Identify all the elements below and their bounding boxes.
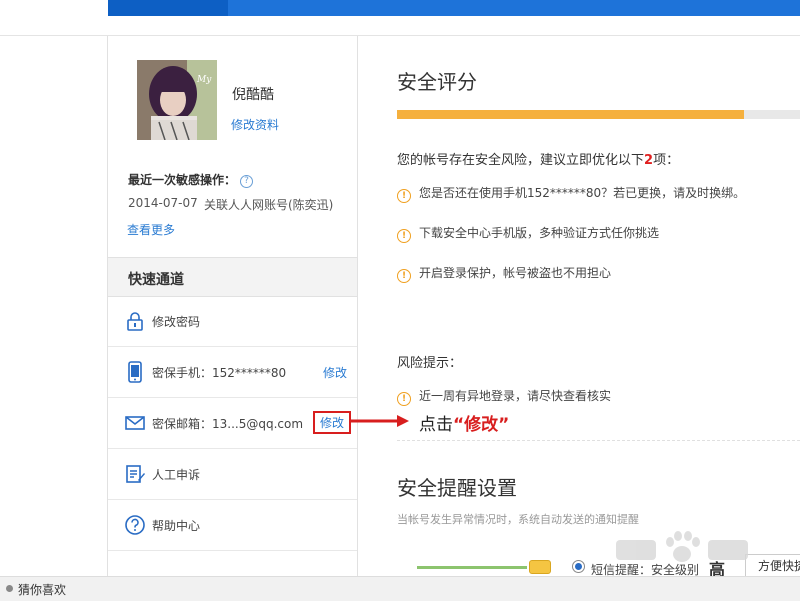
avatar-image: My	[137, 60, 217, 140]
risk-count: 2	[644, 153, 654, 168]
recent-sensitive-label: 最近一次敏感操作：?	[128, 171, 254, 188]
tab-3[interactable]	[368, 0, 478, 16]
quick-item-help-center[interactable]: 帮助中心	[108, 500, 357, 551]
quick-item-label: 修改密码	[152, 315, 201, 329]
alert-level-slider-track[interactable]	[417, 566, 527, 569]
annotation-text: 点击“修改”	[419, 410, 509, 435]
risk-tip[interactable]: ! 下载安全中心手机版，多种验证方式任你挑选	[397, 224, 659, 243]
warning-icon: !	[397, 269, 411, 283]
alert-settings-subtitle: 当帐号发生异常情况时，系统自动发送的通知提醒	[397, 513, 639, 526]
risk-tip-text: 您是否还在使用手机152******80？若已更换，请及时换绑。	[419, 186, 746, 200]
nav-bar	[108, 0, 800, 16]
top-nav	[0, 0, 800, 16]
bottom-bar: 猜你喜欢	[0, 576, 800, 601]
annotation-quote: “修改”	[453, 415, 510, 435]
avatar[interactable]: My	[137, 60, 217, 140]
guess-you-like[interactable]: 猜你喜欢	[18, 581, 66, 598]
risk-prefix: 您的帐号存在安全风险，建议立即优化以下	[397, 153, 645, 168]
see-more-link[interactable]: 查看更多	[127, 221, 175, 238]
edit-phone-link[interactable]: 修改	[323, 364, 347, 381]
quick-item-change-password[interactable]: 修改密码	[108, 296, 357, 347]
risk-tip-text: 开启登录保护，帐号被盗也不用担心	[419, 266, 612, 280]
security-score-fill	[397, 110, 744, 119]
quick-item-security-phone[interactable]: 密保手机：152******80 修改	[108, 347, 357, 398]
alert-level-slider-handle[interactable]	[529, 560, 551, 574]
recent-date: 2014-07-07	[128, 196, 198, 210]
edit-email-link[interactable]: 修改	[312, 411, 351, 434]
risk-hint-item[interactable]: ! 近一周有异地登录，请尽快查看核实	[397, 387, 611, 406]
quick-item-security-email[interactable]: 密保邮箱：13...5@qq.com 修改	[108, 398, 357, 449]
warning-icon: !	[397, 229, 411, 243]
annotation-arrow-icon	[351, 415, 409, 427]
document-edit-icon	[126, 465, 145, 483]
risk-tip[interactable]: ! 您是否还在使用手机152******80？若已更换，请及时换绑。	[397, 184, 745, 203]
tab-home[interactable]	[108, 0, 228, 16]
risk-hint-text: 近一周有异地登录，请尽快查看核实	[419, 389, 612, 403]
security-score-bar	[397, 110, 800, 119]
tab-4[interactable]	[498, 0, 608, 16]
risk-tip-text: 下载安全中心手机版，多种验证方式任你挑选	[419, 226, 660, 240]
sms-alert-radio[interactable]	[572, 560, 585, 573]
alert-settings-title: 安全提醒设置	[397, 476, 517, 500]
recent-desc: 关联人人网账号(陈奕迅)	[204, 198, 334, 212]
lock-icon	[127, 312, 143, 331]
baidu-paw-watermark-icon	[616, 531, 748, 562]
avatar-text: My	[196, 75, 212, 85]
quick-item-manual-appeal[interactable]: 人工申诉	[108, 449, 357, 500]
main-content: 安全评分 您的帐号存在安全风险，建议立即优化以下2项： ! 您是否还在使用手机15…	[351, 36, 800, 579]
question-icon[interactable]: ?	[240, 175, 254, 188]
warning-icon: !	[397, 392, 411, 406]
tab-2[interactable]	[238, 0, 348, 16]
warning-icon: !	[397, 189, 411, 203]
help-circle-icon	[125, 515, 145, 535]
dot-icon	[6, 585, 13, 592]
quick-item-label: 密保邮箱：13...5@qq.com	[152, 417, 304, 431]
risk-hint-title: 风险提示：	[397, 356, 463, 371]
mobile-phone-icon	[128, 361, 142, 383]
section-divider	[397, 440, 800, 441]
envelope-icon	[125, 416, 145, 430]
quick-channel-title: 快速通道	[128, 272, 184, 288]
sidebar: My 倪酷酷 修改资料 最近一次敏感操作：? 2014-07-07 关联人人网账…	[107, 36, 358, 576]
risk-suffix: 项：	[653, 153, 680, 168]
quick-item-label: 密保手机：152******80	[152, 366, 287, 380]
recent-sensitive-text: 最近一次敏感操作：	[128, 173, 237, 187]
quick-item-label: 人工申诉	[152, 468, 201, 482]
annotation-click: 点击	[419, 415, 453, 435]
risk-tip[interactable]: ! 开启登录保护，帐号被盗也不用担心	[397, 264, 611, 283]
quick-item-label: 帮助中心	[152, 519, 201, 533]
quick-channel-header: 快速通道	[108, 257, 357, 297]
security-score-title: 安全评分	[397, 70, 477, 94]
risk-summary: 您的帐号存在安全风险，建议立即优化以下2项：	[397, 149, 679, 168]
convenient-option[interactable]: 方便快捷	[745, 554, 800, 578]
edit-profile-link[interactable]: 修改资料	[231, 116, 279, 133]
username: 倪酷酷	[232, 87, 274, 103]
